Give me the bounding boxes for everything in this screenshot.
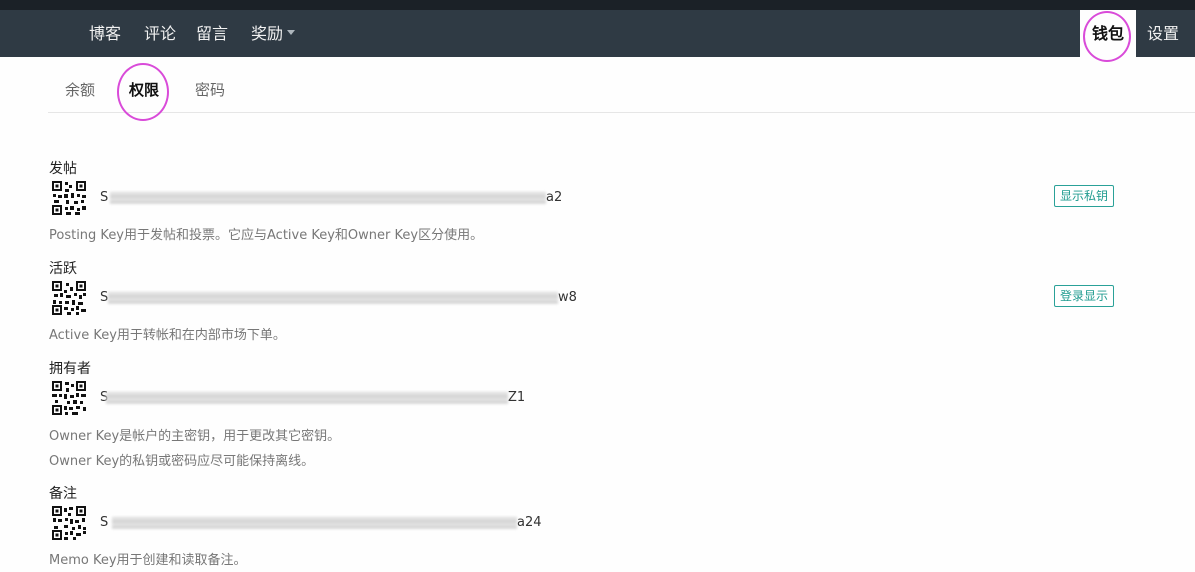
- owner-description-1: Owner Key是帐户的主密钥，用于更改其它密钥。: [49, 429, 341, 444]
- qr-code-icon[interactable]: [52, 506, 86, 540]
- memo-key-suffix: a24: [517, 515, 542, 530]
- nav-replies[interactable]: 留言: [196, 10, 228, 57]
- memo-key-prefix: S: [100, 515, 109, 530]
- tab-balance[interactable]: 余额: [65, 79, 95, 100]
- top-bar-edge: [0, 0, 1195, 10]
- posting-description: Posting Key用于发帖和投票。它应与Active Key和Owner K…: [49, 228, 484, 243]
- posting-key-field: S a2: [100, 189, 570, 207]
- top-navigation: 博客 评论 留言 奖励 钱包 设置: [0, 10, 1195, 57]
- owner-key-blur: [106, 392, 508, 404]
- active-key-field: S w8: [100, 289, 580, 307]
- nav-rewards[interactable]: 奖励: [251, 10, 296, 57]
- owner-description-2: Owner Key的私钥或密码应尽可能保持离线。: [49, 454, 315, 469]
- memo-key-blur: [112, 517, 517, 529]
- posting-title: 发帖: [49, 161, 77, 177]
- owner-key-field: S Z1: [100, 389, 530, 407]
- nav-settings[interactable]: 设置: [1147, 10, 1179, 57]
- nav-comments[interactable]: 评论: [144, 10, 176, 57]
- wallet-tabs: 余额 权限 密码: [48, 57, 1195, 113]
- owner-key-suffix: Z1: [508, 390, 526, 405]
- login-to-show-button[interactable]: 登录显示: [1054, 285, 1114, 307]
- tab-permissions[interactable]: 权限: [129, 79, 159, 100]
- active-key-suffix: w8: [558, 290, 577, 305]
- posting-key-prefix: S: [100, 190, 109, 205]
- posting-key-blur: [110, 192, 546, 204]
- tab-password[interactable]: 密码: [195, 79, 225, 100]
- posting-key-suffix: a2: [546, 190, 563, 205]
- nav-rewards-label: 奖励: [251, 24, 284, 43]
- memo-key-field: S a24: [100, 514, 550, 532]
- caret-down-icon: [287, 30, 296, 35]
- show-private-key-button[interactable]: 显示私钥: [1054, 185, 1114, 207]
- memo-title: 备注: [49, 486, 77, 502]
- active-description: Active Key用于转帐和在内部市场下单。: [49, 328, 286, 343]
- qr-code-icon[interactable]: [52, 381, 86, 415]
- active-key-blur: [108, 292, 558, 304]
- nav-wallet[interactable]: 钱包: [1080, 10, 1136, 57]
- active-title: 活跃: [49, 261, 77, 277]
- owner-title: 拥有者: [49, 361, 91, 377]
- qr-code-icon[interactable]: [52, 281, 86, 315]
- memo-description: Memo Key用于创建和读取备注。: [49, 553, 247, 568]
- nav-blog[interactable]: 博客: [89, 10, 121, 57]
- qr-code-icon[interactable]: [52, 181, 86, 215]
